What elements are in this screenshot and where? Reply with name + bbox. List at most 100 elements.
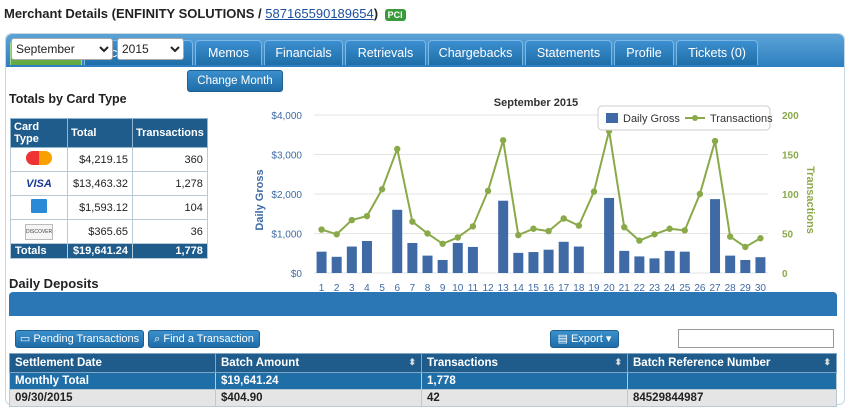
y2-tick-label: 200 — [782, 111, 799, 122]
change-month-button[interactable]: Change Month — [187, 70, 283, 92]
bar[interactable] — [573, 246, 584, 273]
search-icon: ⌕ — [154, 333, 164, 345]
line-point[interactable] — [363, 212, 371, 220]
bar[interactable] — [331, 256, 342, 273]
legend-transactions: Transactions — [710, 113, 773, 125]
bar[interactable] — [725, 255, 736, 273]
line-point[interactable] — [348, 216, 356, 224]
line-point[interactable] — [378, 186, 386, 193]
line-point[interactable] — [530, 225, 537, 232]
line-point[interactable] — [560, 215, 567, 222]
line-point[interactable] — [318, 226, 325, 233]
totals-heading: Totals by Card Type — [9, 92, 127, 106]
tab-financials[interactable]: Financials — [264, 40, 343, 65]
line-point[interactable] — [696, 190, 704, 198]
bar[interactable] — [528, 252, 539, 273]
line-point[interactable] — [681, 227, 688, 234]
tab-chargebacks[interactable]: Chargebacks — [428, 40, 523, 65]
bar[interactable] — [452, 242, 463, 273]
tab-statements[interactable]: Statements — [525, 40, 612, 65]
amex-icon — [31, 199, 47, 213]
line-point[interactable] — [757, 235, 764, 242]
bar[interactable] — [740, 259, 751, 273]
bar[interactable] — [498, 200, 509, 273]
bar[interactable] — [513, 252, 524, 273]
bar[interactable] — [755, 257, 766, 273]
line-point[interactable] — [545, 227, 552, 235]
y2-axis-label: Transactions — [804, 166, 816, 234]
line-point[interactable] — [484, 187, 492, 195]
col-transactions: Transactions — [132, 118, 208, 148]
bar[interactable] — [664, 250, 675, 273]
bar[interactable] — [543, 249, 554, 273]
col-batch-amount[interactable]: Batch Amount ⬍ — [215, 353, 422, 373]
table-row: $4,219.15 360 — [10, 147, 208, 172]
y-tick-label: $3,000 — [271, 151, 302, 162]
table-row: DISCOVER $365.65 36 — [10, 219, 208, 244]
bar[interactable] — [679, 251, 690, 273]
line-point[interactable] — [726, 233, 734, 240]
daily-gross-chart: September 2015 Daily Gross Transactions … — [254, 97, 816, 294]
bar[interactable] — [619, 250, 630, 273]
monthly-total-row: Monthly Total $19,641.24 1,778 — [9, 372, 837, 390]
bar[interactable] — [467, 246, 478, 273]
col-transactions[interactable]: Transactions ⬍ — [421, 353, 628, 373]
bar[interactable] — [710, 199, 721, 273]
export-icon: ▤ — [557, 333, 572, 345]
line-series — [318, 127, 764, 251]
line-point[interactable] — [636, 237, 643, 244]
line-point[interactable] — [575, 222, 583, 229]
sort-icon: ⬍ — [614, 357, 622, 367]
line-point[interactable] — [742, 243, 749, 251]
line-point[interactable] — [333, 231, 340, 238]
bar[interactable] — [316, 251, 327, 273]
col-total: Total — [67, 118, 133, 148]
line-point[interactable] — [394, 145, 401, 153]
line-point[interactable] — [424, 230, 431, 237]
bar[interactable] — [649, 258, 660, 273]
line-point[interactable] — [454, 234, 461, 241]
bar[interactable] — [558, 241, 569, 273]
bar[interactable] — [604, 197, 615, 273]
tab-tickets[interactable]: Tickets (0) — [676, 40, 758, 65]
line-point[interactable] — [469, 223, 477, 230]
pci-badge-icon: PCI — [384, 8, 406, 21]
export-button[interactable]: ▤ Export ▾ — [550, 330, 619, 348]
table-row[interactable]: 09/30/2015 $404.90 42 84529844987 — [9, 389, 837, 407]
bar[interactable] — [634, 256, 645, 273]
col-settlement-date[interactable]: Settlement Date — [9, 353, 216, 373]
line-point[interactable] — [621, 223, 628, 231]
col-batch-reference[interactable]: Batch Reference Number ⬍ — [627, 353, 837, 373]
bar[interactable] — [392, 209, 403, 273]
line-point[interactable] — [409, 218, 416, 225]
line-point[interactable] — [651, 231, 658, 238]
year-select[interactable]: 2015 — [117, 38, 184, 60]
bar[interactable] — [407, 242, 418, 273]
line-point[interactable] — [711, 137, 719, 145]
bar-series — [316, 197, 766, 273]
search-input[interactable] — [678, 329, 834, 348]
tab-retrievals[interactable]: Retrievals — [345, 40, 426, 65]
month-select[interactable]: September — [11, 38, 113, 60]
line-point[interactable] — [499, 137, 507, 144]
find-transaction-button[interactable]: ⌕ Find a Transaction — [148, 330, 260, 348]
bar[interactable] — [437, 259, 448, 273]
discover-icon: DISCOVER — [25, 223, 53, 240]
bar[interactable] — [422, 255, 433, 273]
line-point[interactable] — [439, 240, 446, 247]
bar[interactable] — [346, 246, 357, 273]
y-tick-label: $1,000 — [271, 230, 302, 241]
y2-tick-label: 0 — [782, 269, 788, 280]
tab-profile[interactable]: Profile — [614, 40, 674, 65]
card-type-table: Card Type Total Transactions $4,219.15 3… — [10, 118, 208, 259]
line-point[interactable] — [590, 188, 598, 195]
pending-transactions-button[interactable]: ▭ Pending Transactions — [15, 330, 144, 348]
line-point[interactable] — [666, 225, 673, 232]
tab-memos[interactable]: Memos — [195, 40, 262, 65]
line-point[interactable] — [515, 231, 522, 239]
y-tick-label: $2,000 — [271, 190, 302, 201]
merchant-id-link[interactable]: 587165590189654 — [265, 6, 373, 21]
merchant-title: Merchant Details (ENFINITY SOLUTIONS / 5… — [4, 6, 406, 21]
bar[interactable] — [361, 241, 372, 273]
chevron-down-icon: ▾ — [602, 333, 612, 345]
